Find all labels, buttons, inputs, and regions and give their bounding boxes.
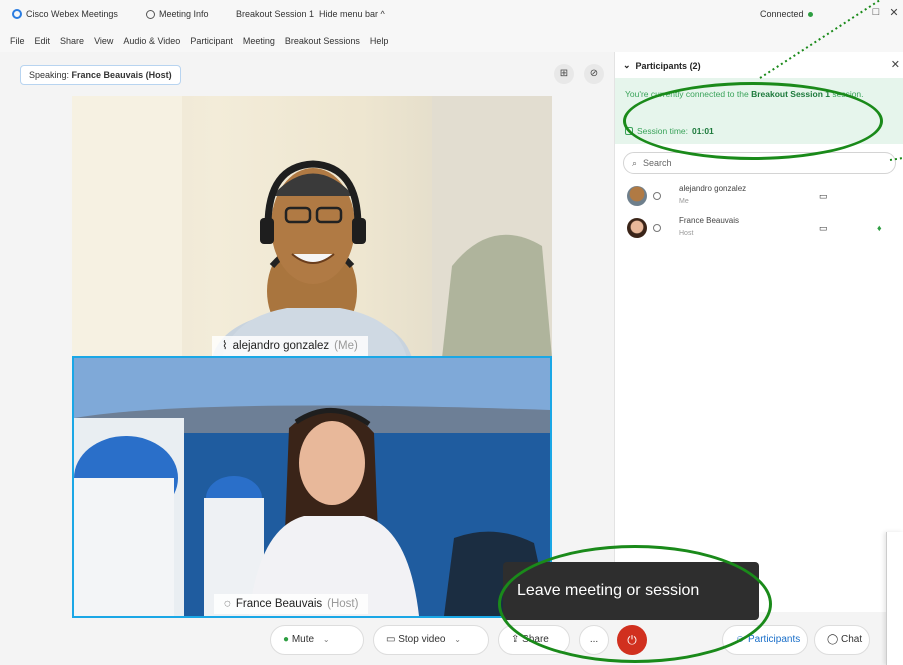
participants-label: Participants <box>748 634 801 645</box>
panel-title: Participants (2) <box>635 60 701 71</box>
video-name-suffix: (Me) <box>334 340 358 352</box>
menu-audio-video[interactable]: Audio & Video <box>123 36 180 46</box>
menu-file[interactable]: File <box>10 36 25 46</box>
annotation-dotted-lines <box>759 0 903 161</box>
mic-icon <box>653 192 661 200</box>
chevron-down-icon[interactable]: ⌄ <box>323 635 330 644</box>
camera-icon: ▭ <box>819 223 828 233</box>
menu-breakout-sessions[interactable]: Breakout Sessions <box>285 36 360 46</box>
partial-popup-panel <box>886 532 903 665</box>
participant-name: alejandro gonzalez <box>679 184 747 193</box>
video-tile-france[interactable]: ◌ France Beauvais (Host) <box>72 356 552 618</box>
menu-help[interactable]: Help <box>370 36 389 46</box>
app-title[interactable]: Cisco Webex Meetings <box>12 9 118 19</box>
layout-grid-icon[interactable]: ⊞ <box>554 64 574 84</box>
speaking-indicator: Speaking: France Beauvais (Host) <box>20 65 181 85</box>
video-name-tag: ⌇ alejandro gonzalez (Me) <box>212 336 368 356</box>
annotation-ellipse-leave <box>498 545 772 663</box>
chat-button[interactable]: ◯ Chat <box>814 625 870 655</box>
panel-header[interactable]: ⌄ Participants (2) <box>623 60 701 71</box>
search-icon: ⌕ <box>632 157 638 168</box>
participant-video-image <box>74 358 550 616</box>
video-name: France Beauvais <box>235 598 323 610</box>
chat-label: Chat <box>840 634 863 645</box>
video-tile-alejandro[interactable]: ⌇ alejandro gonzalez (Me) <box>72 96 552 358</box>
avatar <box>627 218 647 238</box>
participant-role: Me <box>679 198 689 205</box>
mic-icon <box>653 224 661 232</box>
share-icon: ⇪ <box>511 634 520 645</box>
menu-view[interactable]: View <box>94 36 113 46</box>
stop-video-label: Stop video <box>398 634 446 645</box>
info-icon <box>146 9 155 19</box>
video-name: alejandro gonzalez <box>232 340 330 352</box>
participant-video-image <box>72 96 552 358</box>
microphone-icon: ● <box>283 634 290 645</box>
video-name-suffix: (Host) <box>327 598 359 610</box>
avatar <box>627 186 647 206</box>
audio-icon: ⌇ <box>222 340 228 352</box>
chevron-down-icon[interactable]: ⌄ <box>623 60 631 71</box>
participant-row[interactable]: France Beauvais Host ▭ ♦ <box>623 214 893 244</box>
menu-edit[interactable]: Edit <box>35 36 51 46</box>
speaking-name: France Beauvais (Host) <box>71 70 172 80</box>
chevron-down-icon[interactable]: ⌄ <box>454 635 461 644</box>
camera-icon: ▭ <box>819 191 828 201</box>
search-placeholder: Search <box>643 158 672 168</box>
meeting-info-button[interactable]: Meeting Info <box>146 9 209 19</box>
mute-label: Mute <box>291 634 315 645</box>
chat-icon: ◯ <box>827 634 839 645</box>
stop-video-button[interactable]: ▭ Stop video ⌄ <box>373 625 489 655</box>
app-name: Cisco Webex Meetings <box>26 9 118 19</box>
speaking-prefix: Speaking: <box>29 70 70 80</box>
participant-role: Host <box>679 230 694 237</box>
camera-icon: ▭ <box>386 634 396 645</box>
mute-button[interactable]: ● Mute ⌄ <box>270 625 364 655</box>
menu-share[interactable]: Share <box>60 36 84 46</box>
hide-menu-button[interactable]: Hide menu bar ^ <box>319 9 385 19</box>
menu-meeting[interactable]: Meeting <box>243 36 275 46</box>
session-name: Breakout Session 1 <box>236 9 315 19</box>
menu-participant[interactable]: Participant <box>190 36 233 46</box>
active-speaker-icon: ♦ <box>877 223 882 233</box>
participant-row[interactable]: alejandro gonzalez Me ▭ <box>623 182 893 212</box>
audio-icon: ◌ <box>224 598 231 610</box>
video-name-tag: ◌ France Beauvais (Host) <box>214 594 369 614</box>
participant-name: France Beauvais <box>679 216 740 225</box>
meeting-info-label: Meeting Info <box>159 9 209 19</box>
pin-icon[interactable]: ⊘ <box>584 64 604 84</box>
webex-logo-icon <box>12 9 22 19</box>
